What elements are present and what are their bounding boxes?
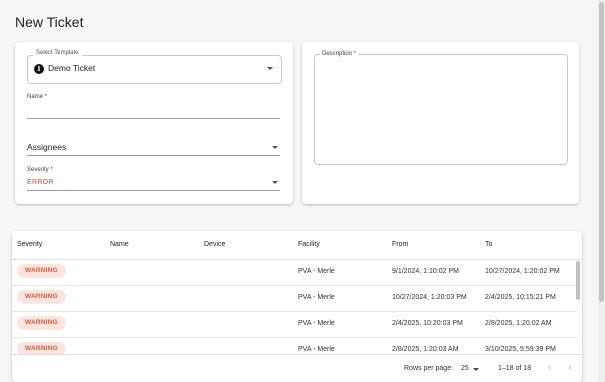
page-scrollbar-thumb[interactable] bbox=[599, 2, 604, 302]
name-field[interactable]: Name * bbox=[27, 94, 280, 119]
description-label: Description * bbox=[320, 51, 359, 57]
template-select-value: Demo Ticket bbox=[48, 63, 96, 73]
tickets-table: Severity Name Device Facility From To WA… bbox=[12, 231, 582, 382]
chevron-down-icon[interactable] bbox=[473, 368, 479, 371]
severity-select[interactable]: Severity * ERROR bbox=[27, 167, 280, 191]
severity-underline bbox=[27, 190, 280, 191]
column-header-severity[interactable]: Severity bbox=[17, 241, 42, 248]
cell-facility: PVA - Merle bbox=[298, 320, 335, 327]
table-row[interactable]: WARNING PVA - Merle 2/4/2025, 10:20:03 P… bbox=[12, 311, 577, 338]
cell-from: 2/8/2025, 1:20:03 AM bbox=[392, 346, 459, 353]
description-card: Description * bbox=[302, 42, 579, 204]
info-icon: i bbox=[34, 64, 44, 74]
table-row[interactable]: WARNING PVA - Merle 9/1/2024, 1:10:02 PM… bbox=[12, 259, 577, 286]
cell-from: 9/1/2024, 1:10:02 PM bbox=[392, 268, 459, 275]
chevron-right-icon[interactable]: › bbox=[568, 362, 571, 373]
column-header-device[interactable]: Device bbox=[204, 241, 225, 248]
assignees-underline bbox=[27, 155, 280, 156]
ticket-form-card: Select Template i Demo Ticket Name * Ass… bbox=[15, 42, 293, 204]
column-header-facility[interactable]: Facility bbox=[298, 241, 320, 248]
cell-to: 10/27/2024, 1:20:02 PM bbox=[485, 268, 560, 275]
chevron-left-icon[interactable]: ‹ bbox=[548, 362, 551, 373]
table-row[interactable]: WARNING PVA - Merle 10/27/2024, 1:20:03 … bbox=[12, 285, 577, 312]
severity-badge: WARNING bbox=[17, 316, 66, 330]
column-header-name[interactable]: Name bbox=[110, 241, 129, 248]
cell-to: 2/8/2025, 1:20:02 AM bbox=[485, 320, 552, 327]
cell-from: 10/27/2024, 1:20:03 PM bbox=[392, 294, 467, 301]
cell-facility: PVA - Merle bbox=[298, 346, 335, 353]
template-select-label: Select Template bbox=[33, 50, 82, 56]
cell-facility: PVA - Merle bbox=[298, 294, 335, 301]
table-header: Severity Name Device Facility From To bbox=[12, 231, 582, 260]
column-header-to[interactable]: To bbox=[485, 241, 492, 248]
assignees-select[interactable]: Assignees bbox=[27, 140, 280, 156]
assignees-label: Assignees bbox=[27, 142, 67, 152]
severity-value: ERROR bbox=[27, 179, 54, 186]
cell-from: 2/4/2025, 10:20:03 PM bbox=[392, 320, 463, 327]
template-select[interactable]: Select Template i Demo Ticket bbox=[27, 50, 282, 84]
table-scrollbar[interactable] bbox=[576, 261, 580, 300]
pagination-range: 1–18 of 18 bbox=[498, 365, 532, 372]
chevron-down-icon bbox=[267, 67, 273, 70]
page-scrollbar[interactable] bbox=[598, 0, 605, 382]
page-title: New Ticket bbox=[15, 14, 84, 30]
column-header-from[interactable]: From bbox=[392, 241, 408, 248]
chevron-down-icon bbox=[272, 146, 278, 149]
description-textarea[interactable]: Description * bbox=[314, 51, 568, 165]
rows-per-page-select[interactable]: 25 bbox=[461, 365, 469, 372]
table-pagination: Rows per page: 25 1–18 of 18 ‹ › bbox=[12, 354, 582, 382]
chevron-down-icon bbox=[272, 181, 278, 184]
cell-to: 3/10/2025, 5:59:39 PM bbox=[485, 346, 556, 353]
name-field-underline bbox=[27, 118, 280, 119]
severity-badge: WARNING bbox=[17, 264, 66, 278]
rows-per-page-label: Rows per page: bbox=[404, 365, 454, 372]
severity-badge: WARNING bbox=[17, 290, 66, 304]
name-field-label: Name * bbox=[27, 94, 48, 100]
cell-facility: PVA - Merle bbox=[298, 268, 335, 275]
cell-to: 2/4/2025, 10:15:21 PM bbox=[485, 294, 556, 301]
severity-label: Severity * bbox=[27, 167, 53, 173]
